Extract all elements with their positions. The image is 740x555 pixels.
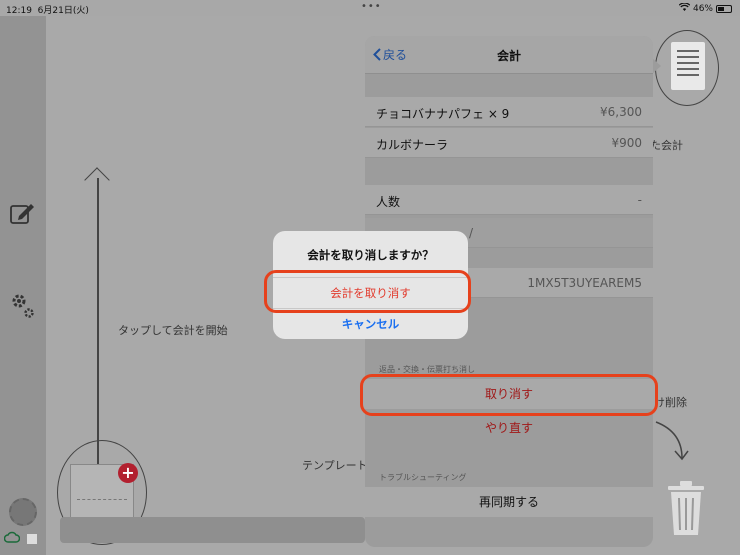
trouble-section-label: トラブルシューティング [379, 473, 467, 482]
status-bar: 12:19 6月21日(火) ••• 46% [0, 0, 740, 16]
settings-icon[interactable] [10, 292, 36, 324]
cloud-sync-icon [3, 531, 21, 547]
item-price: ¥900 [611, 136, 642, 150]
tap-hint: タップして会計を開始 [118, 324, 228, 337]
curve-arrow-icon [655, 421, 689, 461]
edit-icon[interactable] [10, 201, 36, 229]
list-item[interactable]: カルボナーラ ¥900 [365, 128, 653, 158]
panel-header: 戻る 会計 [365, 36, 653, 74]
people-row[interactable]: 人数 - [365, 185, 653, 215]
plus-icon[interactable]: + [118, 463, 138, 483]
wifi-icon [678, 2, 691, 14]
item-name: チョコバナナパフェ × 9 [376, 107, 510, 121]
delete-label: け削除 [654, 396, 687, 409]
bottom-tray [60, 517, 365, 543]
trash-icon[interactable] [665, 478, 707, 538]
list-item[interactable]: チョコバナナパフェ × 9 ¥6,300 [365, 97, 653, 127]
battery-icon [716, 4, 732, 13]
alert-title: 会計を取り消しますか？ [307, 248, 434, 262]
status-time: 12:19 6月21日(火) [6, 6, 89, 16]
multitasking-dots[interactable]: ••• [361, 1, 382, 12]
loading-icon [9, 498, 37, 526]
popover-arrow [652, 58, 661, 74]
item-name: カルボナーラ [376, 138, 449, 152]
confirm-highlight [264, 270, 471, 313]
alert-cancel-button[interactable]: キャンセル [273, 309, 468, 339]
small-indicator [27, 534, 37, 544]
cancel-highlight [360, 374, 658, 416]
receipt-label: た会計 [650, 139, 683, 152]
panel-title: 会計 [496, 49, 521, 63]
status-right: 46% [678, 2, 732, 14]
item-price: ¥6,300 [600, 105, 642, 119]
transaction-id: 1MX5T3UYEAREM5 [527, 276, 642, 290]
resync-button[interactable]: 再同期する [365, 487, 653, 517]
section-peek: / [468, 226, 473, 240]
redo-button[interactable]: やり直す [365, 419, 653, 436]
battery-percent: 46% [692, 3, 713, 14]
sidebar [0, 16, 46, 555]
receipt-icon[interactable] [671, 42, 705, 90]
people-value: - [637, 193, 642, 207]
template-label: テンプレート [302, 459, 368, 472]
people-label: 人数 [376, 195, 401, 209]
